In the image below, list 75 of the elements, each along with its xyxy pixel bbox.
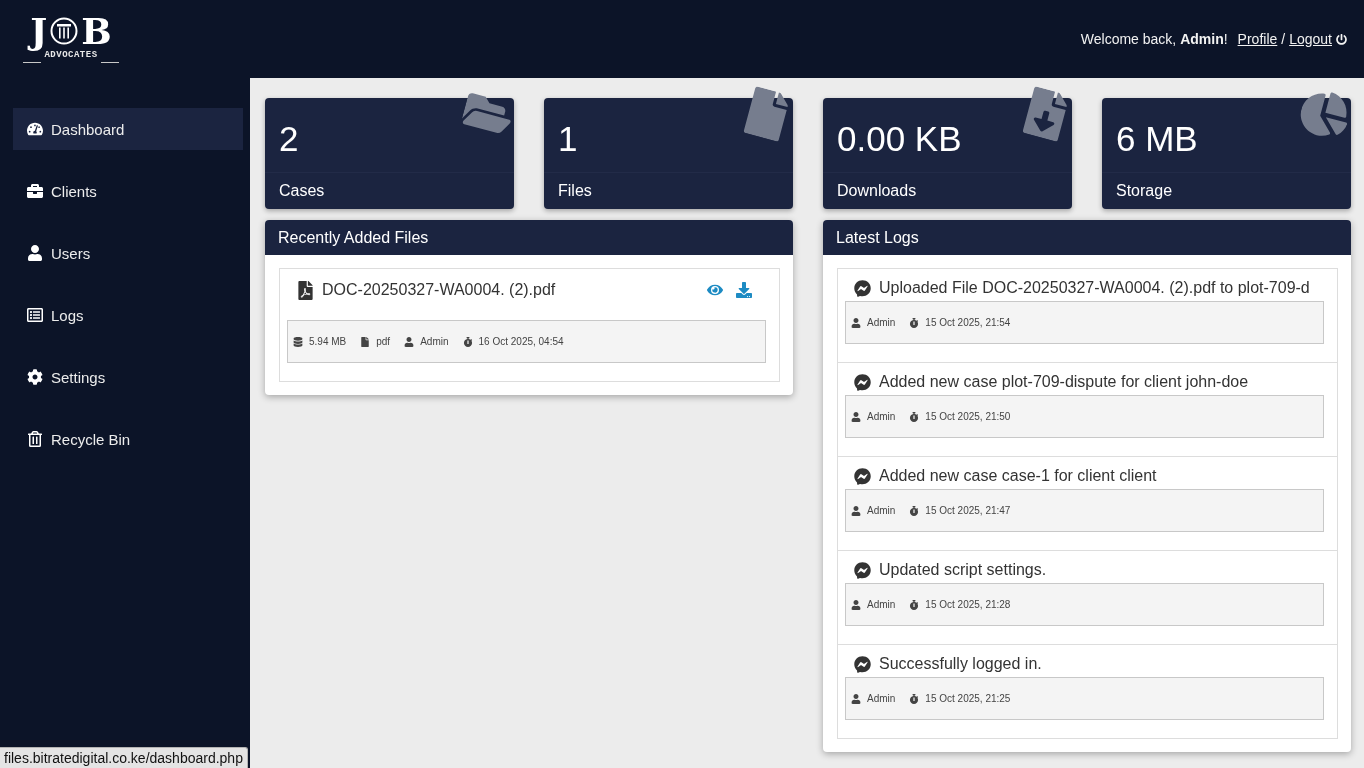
stat-label: Storage [1116, 182, 1173, 200]
pdf-file-icon [296, 280, 315, 300]
file-name: DOC-20250327-WA0004. (2).pdf [322, 281, 557, 299]
stopwatch-icon [909, 505, 920, 516]
user-icon [851, 599, 861, 610]
meta-text: Admin [867, 317, 896, 328]
file-icon [360, 336, 371, 347]
meta-text: 15 Oct 2025, 21:25 [925, 693, 1011, 704]
stat-value: 0.00 KB [837, 119, 962, 159]
stat-label: Cases [279, 182, 325, 200]
meta-text: 15 Oct 2025, 21:50 [925, 411, 1011, 422]
meta-text: Admin [420, 336, 449, 347]
user-icon [851, 317, 861, 328]
status-bar-url: files.bitratedigital.co.ke/dashboard.php [0, 747, 248, 768]
panel-header: Recently Added Files [265, 220, 793, 255]
stat-value: 1 [558, 119, 578, 159]
eye-icon [707, 282, 723, 298]
pillar-emblem-icon [50, 17, 79, 45]
meta-text: 16 Oct 2025, 04:54 [478, 336, 564, 347]
meta-text: 15 Oct 2025, 21:54 [925, 317, 1011, 328]
list-icon [27, 307, 43, 323]
log-text: Successfully logged in. [879, 655, 1042, 673]
database-icon [293, 336, 303, 347]
user-icon [851, 411, 861, 422]
meta-text: Admin [867, 505, 896, 516]
stopwatch-icon [909, 599, 920, 610]
meta-text: Admin [867, 599, 896, 610]
sidebar-item[interactable]: Recycle Bin [13, 418, 243, 460]
stat-value: 2 [279, 119, 299, 159]
gauge-icon [27, 121, 43, 137]
separator-text: / [1281, 31, 1286, 47]
power-icon [1336, 33, 1347, 45]
profile-link[interactable]: Profile [1237, 31, 1278, 47]
sidebar-item[interactable]: Users [13, 232, 243, 274]
log-text: Added new case case-1 for client client [879, 467, 1157, 485]
log-text: Uploaded File DOC-20250327-WA0004. (2).pdf to plot-709-d [879, 279, 1310, 297]
meta-text: 15 Oct 2025, 21:28 [925, 599, 1011, 610]
chat-bubble-icon [854, 561, 871, 579]
user-icon [404, 336, 415, 347]
stopwatch-icon [909, 317, 920, 328]
logout-link[interactable]: Logout [1289, 31, 1347, 47]
stat-label: Files [558, 182, 592, 200]
sidebar-item[interactable]: Logs [13, 294, 243, 336]
log-text: Added new case plot-709-dispute for client john-doe [879, 373, 1249, 391]
chat-bubble-icon [854, 467, 871, 485]
meta-text: pdf [376, 336, 391, 347]
stat-value: 6 MB [1116, 119, 1198, 159]
stat-label: Downloads [837, 182, 917, 200]
meta-text: 15 Oct 2025, 21:47 [925, 505, 1011, 516]
sidebar-item[interactable]: Dashboard [13, 108, 243, 150]
chat-bubble-icon [854, 279, 871, 297]
sidebar-item[interactable]: Settings [13, 356, 243, 398]
log-text: Updated script settings. [879, 561, 1047, 579]
stopwatch-icon [909, 693, 920, 704]
download-button[interactable] [736, 282, 752, 298]
stopwatch-icon [462, 336, 473, 347]
download-icon [736, 282, 752, 298]
user-icon [27, 245, 43, 261]
logo-subtitle: ADVOCATES [44, 50, 98, 62]
chat-bubble-icon [854, 373, 871, 391]
meta-text: Admin [867, 693, 896, 704]
trash-icon [27, 431, 43, 447]
user-icon [851, 505, 861, 516]
meta-text: Admin [867, 411, 896, 422]
chat-bubble-icon [854, 655, 871, 673]
sidebar-item[interactable]: Clients [13, 170, 243, 212]
view-button[interactable] [707, 282, 723, 298]
stopwatch-icon [909, 411, 920, 422]
user-icon [851, 693, 861, 704]
welcome-text: Welcome back, Admin! [1080, 31, 1228, 47]
meta-text: 5.94 MB [309, 336, 347, 347]
settings-icon [27, 369, 43, 385]
panel-header: Latest Logs [823, 220, 1351, 255]
logo-letter: B [81, 14, 112, 48]
briefcase-icon [27, 183, 43, 199]
